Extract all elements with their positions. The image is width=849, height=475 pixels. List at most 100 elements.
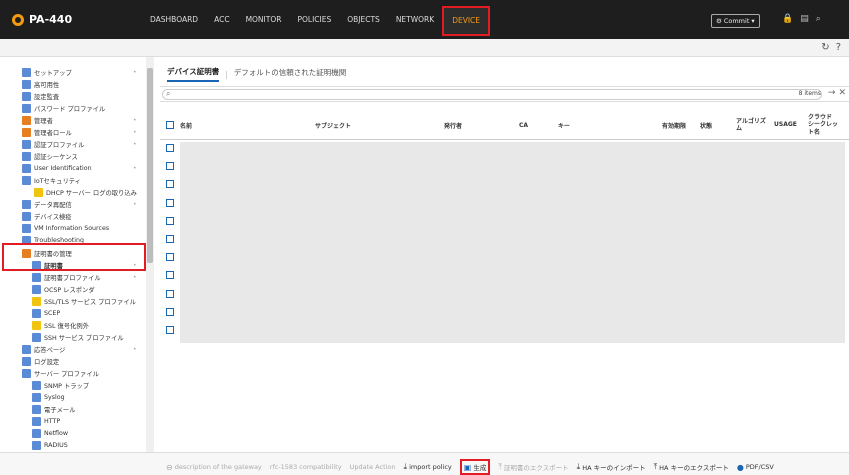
sidebar-item[interactable]: サーバー プロファイル xyxy=(22,367,99,379)
action-button[interactable]: Update Action xyxy=(350,463,396,471)
sidebar-item[interactable]: デバイス検疫 xyxy=(22,210,72,222)
sidebar-item-icon xyxy=(22,151,31,161)
sidebar-item-label: 管理者ロール xyxy=(34,129,72,137)
action-button[interactable]: ⤓ HA キーのインポート xyxy=(577,462,646,472)
sidebar-item[interactable]: ログ設定 xyxy=(22,355,59,367)
row-checkbox[interactable] xyxy=(166,271,174,280)
row-checkbox[interactable] xyxy=(166,326,174,334)
select-all-checkbox[interactable] xyxy=(166,110,174,140)
nav-item-acc[interactable]: ACC xyxy=(206,0,237,39)
sidebar-item[interactable]: 認証シーケンス xyxy=(22,150,78,162)
sidebar-item[interactable]: 証明書プロファイル • xyxy=(32,271,137,283)
row-checkbox[interactable] xyxy=(166,198,174,207)
sidebar-item[interactable]: SSL/TLS サービス プロファイル xyxy=(32,295,136,307)
column-header[interactable]: USAGE xyxy=(774,110,806,140)
column-header[interactable]: CA xyxy=(519,110,528,140)
sidebar-item[interactable]: 電子メール xyxy=(32,403,75,415)
column-header[interactable]: クラウド シークレット名 xyxy=(808,110,840,140)
search-icon[interactable]: ⌕ xyxy=(816,14,821,24)
action-button[interactable]: ⤒ HA キーのエクスポート xyxy=(654,462,729,472)
sidebar-item[interactable]: User Identification • xyxy=(22,162,137,174)
sidebar-item-label: 応答ページ xyxy=(34,346,66,354)
action-button[interactable]: ⤒ 証明書のエクスポート xyxy=(498,462,568,472)
row-checkbox[interactable] xyxy=(166,253,174,262)
action-button[interactable]: ⊖ description of the gateway xyxy=(166,463,262,472)
apply-filter-icon[interactable]: → xyxy=(828,88,836,98)
search-input[interactable]: ⌕ xyxy=(162,89,822,100)
sidebar-item[interactable]: 認証プロファイル • xyxy=(22,138,137,150)
sidebar-item[interactable]: SCEP xyxy=(32,307,60,319)
sidebar-item-icon xyxy=(22,368,31,378)
tab-device-certificates[interactable]: デバイス証明書 xyxy=(167,66,220,82)
action-label: PDF/CSV xyxy=(745,463,774,471)
sidebar-item-icon xyxy=(32,440,41,450)
action-button[interactable]: rfc-1583 compatibility xyxy=(270,463,342,471)
row-checkbox[interactable] xyxy=(166,216,174,225)
sidebar-item-icon xyxy=(22,127,31,137)
refresh-icon[interactable]: ↻ xyxy=(821,42,829,53)
sidebar-item[interactable]: SSH サービス プロファイル xyxy=(32,331,124,343)
row-checkbox[interactable] xyxy=(166,307,174,316)
sidebar-item[interactable]: 応答ページ • xyxy=(22,343,137,355)
row-checkbox[interactable] xyxy=(166,289,174,298)
sidebar-item-icon xyxy=(32,308,41,318)
sidebar-item[interactable]: Syslog xyxy=(32,391,65,403)
sidebar-item-icon xyxy=(22,356,31,366)
row-checkbox[interactable] xyxy=(166,180,174,189)
column-header[interactable]: 名前 xyxy=(180,110,192,140)
sidebar-item[interactable]: SSL 復号化例外 xyxy=(32,319,89,331)
action-button[interactable]: ▣ 生成 xyxy=(459,459,491,475)
sidebar-item-label: IoTセキュリティ xyxy=(34,177,81,185)
column-header[interactable]: サブジェクト xyxy=(315,110,351,140)
sidebar-item[interactable]: Netflow xyxy=(32,427,68,439)
sidebar-item-label: 認証プロファイル xyxy=(34,141,85,149)
sidebar-item[interactable]: 管理者 • xyxy=(22,114,137,126)
sidebar-item[interactable]: 高可用性 xyxy=(22,78,59,90)
action-button[interactable]: ⤓ import policy xyxy=(404,462,452,472)
sidebar-item[interactable]: DHCP サーバー ログの取り込み xyxy=(34,186,137,198)
column-header[interactable]: キー xyxy=(558,110,570,140)
nav-item-policies[interactable]: POLICIES xyxy=(289,0,339,39)
sidebar-item[interactable]: IoTセキュリティ xyxy=(22,174,81,186)
export-icon: ⤒ xyxy=(653,462,658,471)
column-header[interactable]: アルゴリズム xyxy=(736,110,768,140)
sidebar-item-icon xyxy=(32,320,41,330)
sidebar-scroll-thumb[interactable] xyxy=(147,68,153,263)
sidebar-item[interactable]: データ再配信 • xyxy=(22,198,137,210)
action-button[interactable]: ● PDF/CSV xyxy=(737,463,774,472)
nav-item-dashboard[interactable]: DASHBOARD xyxy=(142,0,206,39)
sidebar-item-label: DHCP サーバー ログの取り込み xyxy=(46,189,137,197)
sidebar-item[interactable]: 管理者ロール • xyxy=(22,126,137,138)
sidebar-item[interactable]: OCSP レスポンダ xyxy=(32,283,95,295)
nav-item-network[interactable]: NETWORK xyxy=(388,0,442,39)
tab-default-trusted-ca[interactable]: デフォルトの信頼された証明機関 xyxy=(234,67,347,81)
nav-item-objects[interactable]: OBJECTS xyxy=(339,0,388,39)
action-label: rfc-1583 compatibility xyxy=(269,463,342,471)
lock-icon[interactable]: 🔒 xyxy=(782,14,793,24)
row-checkbox[interactable] xyxy=(166,144,174,152)
sidebar-item[interactable]: パスワード プロファイル xyxy=(22,102,105,114)
config-icon[interactable]: ▤ xyxy=(800,14,809,24)
column-header[interactable]: 有効期限 xyxy=(662,110,686,140)
sidebar-item-label: 電子メール xyxy=(44,406,76,414)
sidebar-item[interactable]: 設定監査 xyxy=(22,90,59,102)
sidebar-item[interactable]: セットアップ • xyxy=(22,66,137,78)
highlight-cert-management xyxy=(2,243,146,271)
sidebar-item[interactable]: VM Information Sources xyxy=(22,222,109,234)
nav-item-monitor[interactable]: MONITOR xyxy=(238,0,290,39)
help-icon[interactable]: ? xyxy=(836,42,841,53)
sidebar-item[interactable]: RADIUS xyxy=(32,439,68,451)
row-checkbox[interactable] xyxy=(166,162,174,171)
column-header[interactable]: 発行者 xyxy=(444,110,462,140)
nav-item-device[interactable]: DEVICE xyxy=(442,5,491,36)
sidebar-item[interactable]: SNMP トラップ xyxy=(32,379,89,391)
sidebar-item-label: SSH サービス プロファイル xyxy=(44,334,124,342)
clear-filter-icon[interactable]: ✕ xyxy=(838,88,846,98)
sidebar-item-label: 設定監査 xyxy=(34,93,60,101)
row-checkbox[interactable] xyxy=(166,235,174,243)
column-header[interactable]: 状態 xyxy=(700,110,712,140)
commit-button[interactable]: ⚙ Commit ▾ xyxy=(711,14,760,28)
sidebar-item-icon xyxy=(32,332,41,342)
sidebar-item[interactable]: HTTP xyxy=(32,415,60,427)
status-dot-icon: • xyxy=(133,116,137,124)
